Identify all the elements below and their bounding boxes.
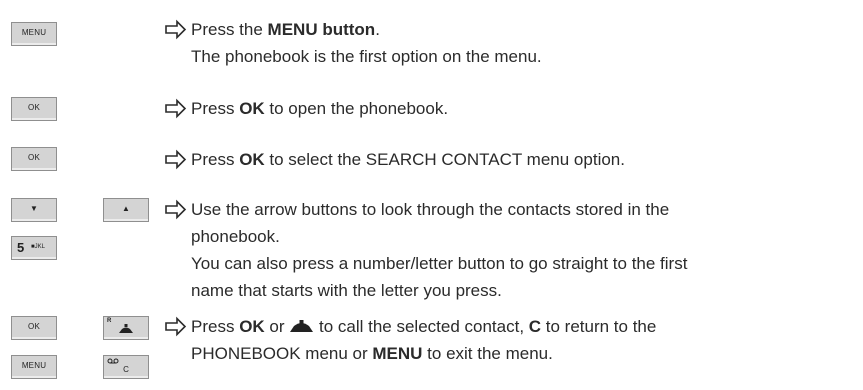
voicemail-icon bbox=[107, 358, 119, 364]
number-key-digit: 5 bbox=[17, 240, 25, 255]
step-4-line-2: phonebook. bbox=[191, 227, 280, 246]
number-key-letters: ■JKL bbox=[31, 244, 45, 250]
menu-button-icon: MENU bbox=[11, 355, 57, 379]
number-5-button-icon: 5 ■JKL bbox=[11, 236, 57, 260]
menu-key-label: MENU bbox=[21, 361, 47, 370]
menu-button-icon: MENU bbox=[11, 22, 57, 46]
arrow-down-button-icon: ▼ bbox=[11, 198, 57, 222]
hollow-right-arrow-icon bbox=[165, 316, 187, 337]
ok-button-icon: OK bbox=[11, 147, 57, 171]
step-5-line-1: Press OK or to call the selected contact… bbox=[191, 317, 657, 336]
call-handset-icon bbox=[290, 320, 314, 332]
ok-key-label: OK bbox=[28, 153, 40, 162]
step-2: Press OK to open the phonebook. bbox=[165, 95, 855, 122]
call-button-icon: R bbox=[103, 316, 149, 340]
ok-key-label: OK bbox=[28, 322, 40, 331]
step-4-line-1: Use the arrow buttons to look through th… bbox=[191, 200, 670, 219]
hollow-right-arrow-icon bbox=[165, 199, 187, 220]
arrow-up-button-icon: ▲ bbox=[103, 198, 149, 222]
step-5: Press OK or to call the selected contact… bbox=[165, 313, 855, 367]
step-3-text: Press OK to select the SEARCH CONTACT me… bbox=[191, 150, 625, 169]
menu-key-label: MENU bbox=[21, 28, 47, 37]
step-4-line-4: name that starts with the letter you pre… bbox=[191, 281, 502, 300]
hollow-right-arrow-icon bbox=[165, 19, 187, 40]
step-4-line-3: You can also press a number/letter butto… bbox=[191, 254, 688, 273]
hollow-right-arrow-icon bbox=[165, 98, 187, 119]
step-5-line-2: PHONEBOOK menu or MENU to exit the menu. bbox=[191, 344, 553, 363]
arrow-down-icon: ▼ bbox=[30, 204, 38, 213]
c-button-icon: C bbox=[103, 355, 149, 379]
ok-key-label: OK bbox=[28, 103, 40, 112]
hollow-right-arrow-icon bbox=[165, 149, 187, 170]
step-1-line-1: Press the MENU button. bbox=[191, 20, 380, 39]
step-1: Press the MENU button. The phonebook is … bbox=[165, 16, 855, 70]
step-4: Use the arrow buttons to look through th… bbox=[165, 196, 855, 304]
step-1-line-2: The phonebook is the first option on the… bbox=[191, 47, 542, 66]
call-handset-icon bbox=[119, 324, 133, 333]
ok-button-icon: OK bbox=[11, 316, 57, 340]
arrow-up-icon: ▲ bbox=[122, 204, 130, 213]
step-3: Press OK to select the SEARCH CONTACT me… bbox=[165, 146, 855, 173]
c-key-label: C bbox=[123, 365, 129, 374]
step-2-text: Press OK to open the phonebook. bbox=[191, 99, 449, 118]
ok-button-icon: OK bbox=[11, 97, 57, 121]
